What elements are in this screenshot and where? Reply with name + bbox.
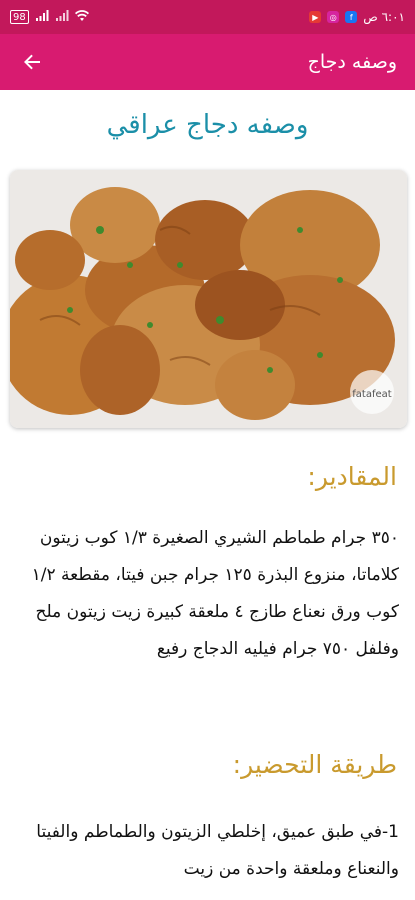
facebook-icon: f	[345, 11, 358, 23]
ingredients-text: ٣٥٠ جرام طماطم الشيري الصغيرة ١/٣ كوب زي…	[31, 528, 399, 659]
signal-icon	[35, 9, 49, 25]
fried-chicken-image: fatafeat	[10, 170, 407, 428]
status-bar: 98 ▶ ◎ f ٦:٠١ ص	[0, 0, 415, 34]
status-time: ٦:٠١ ص	[363, 10, 405, 24]
youtube-icon: ▶	[309, 11, 322, 23]
method-text: 1-في طبق عميق، إخلطي الزيتون والطماطم وا…	[36, 822, 399, 879]
ingredients-heading: المقادير:	[307, 462, 397, 491]
back-button[interactable]	[20, 50, 44, 74]
status-right: ▶ ◎ f ٦:٠١ ص	[309, 10, 405, 24]
arrow-back-icon	[24, 54, 40, 70]
instagram-icon: ◎	[327, 11, 340, 23]
signal-icon-2	[55, 9, 69, 25]
battery-icon: 98	[10, 10, 29, 24]
photo-watermark: fatafeat	[352, 389, 391, 400]
recipe-photo: fatafeat	[10, 170, 407, 428]
status-left: 98	[10, 9, 89, 25]
wifi-icon	[74, 9, 89, 25]
app-bar: وصفه دجاج	[0, 34, 415, 90]
method-heading: طريقة التحضير:	[232, 750, 397, 779]
battery-level: 98	[13, 11, 26, 23]
recipe-content[interactable]: وصفه دجاج عراقي fatafeat المقادير: ٣٥٠ ج…	[0, 90, 415, 900]
app-bar-title: وصفه دجاج	[307, 51, 397, 73]
recipe-title: وصفه دجاج عراقي	[106, 110, 309, 140]
